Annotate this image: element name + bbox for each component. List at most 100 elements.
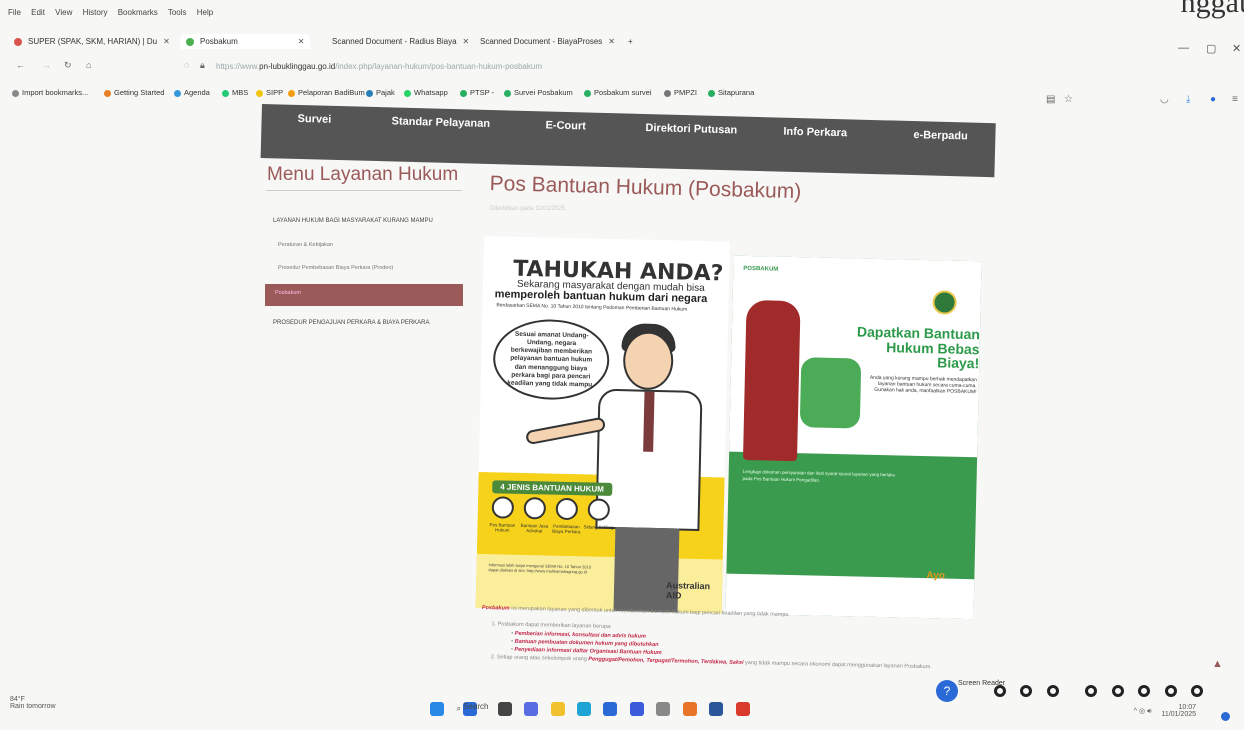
menu-view[interactable]: View	[55, 8, 72, 17]
man-illustration-arm	[524, 416, 607, 446]
bookmark-import[interactable]: Import bookmarks...	[12, 88, 88, 97]
close-icon[interactable]: ✕	[163, 37, 170, 46]
reader-view-icon[interactable]: ▤	[1046, 94, 1055, 105]
menu-file[interactable]: File	[8, 8, 21, 17]
menu-bookmarks[interactable]: Bookmarks	[118, 8, 158, 17]
chat-icon[interactable]	[524, 701, 539, 716]
nav-info-perkara[interactable]: Info Perkara	[783, 126, 847, 140]
clock-date: 11/01/2025	[1161, 711, 1196, 718]
sidebar-item-posbakum[interactable]: Posbakum	[265, 284, 463, 306]
tab-favicon	[14, 37, 22, 46]
weather-widget[interactable]: 84°F Rain tomorrow	[10, 696, 56, 710]
jenis-label: Sidang Keliling	[583, 524, 614, 531]
sidebar-item-prodeo[interactable]: Prosedur Pembebasan Biaya Perkara (Prode…	[278, 265, 393, 271]
sidebar-item-layanan-hukum[interactable]: LAYANAN HUKUM BAGI MASYARAKAT KURANG MAM…	[273, 218, 433, 224]
task-view-icon[interactable]	[497, 701, 512, 716]
minimize-icon[interactable]: —	[1178, 42, 1189, 54]
word-icon[interactable]	[709, 701, 724, 716]
screen-reader-toolbar	[994, 684, 1204, 702]
download-icon[interactable]: ⤓	[1186, 94, 1190, 105]
poster-requirements-text: Lengkapi dokumen persyaratan dan ikuti s…	[742, 468, 896, 483]
bookmark-star-icon[interactable]: ☆	[1064, 94, 1073, 105]
account-icon[interactable]: ●	[1210, 94, 1216, 105]
close-icon[interactable]: ✕	[298, 37, 305, 46]
pdf-icon[interactable]	[735, 701, 750, 716]
bookmark-whatsapp[interactable]: Whatsapp	[404, 88, 448, 97]
sidebar-item-peraturan[interactable]: Peraturan & Kebijakan	[278, 242, 333, 248]
sr-control-icon[interactable]	[1046, 685, 1059, 697]
close-window-icon[interactable]: ✕	[1232, 42, 1241, 55]
home-icon[interactable]: ⌂	[86, 60, 91, 70]
nav-survei[interactable]: Survei	[297, 113, 331, 126]
start-icon[interactable]	[430, 701, 444, 716]
reload-icon[interactable]: ↻	[64, 60, 72, 71]
tab-scanned-radius[interactable]: Scanned Document - Radius Biaya ✕	[332, 37, 469, 46]
file-explorer-icon[interactable]	[550, 701, 565, 716]
bookmark-pajak[interactable]: Pajak	[366, 88, 395, 97]
bookmark-ptsp[interactable]: PTSP -	[460, 88, 494, 97]
menu-history[interactable]: History	[83, 8, 108, 17]
tray-chevron-icon[interactable]: ^	[1134, 708, 1137, 715]
sr-control-icon[interactable]	[1020, 685, 1033, 697]
judge-illustration	[742, 299, 801, 462]
taskbar-search[interactable]: ⌕ Search	[456, 701, 489, 716]
bookmark-pelaporan[interactable]: Pelaporan BadiBum	[288, 88, 365, 97]
forward-icon[interactable]: →	[42, 60, 51, 70]
jenis-bantuan-title: 4 JENIS BANTUAN HUKUM	[492, 480, 612, 496]
bookmark-sipp[interactable]: SIPP	[256, 88, 283, 97]
sidebar-item-prosedur[interactable]: PROSEDUR PENGAJUAN PERKARA & BIAYA PERKA…	[273, 320, 430, 326]
back-icon[interactable]: ←	[16, 60, 25, 70]
bookmark-getting-started[interactable]: Getting Started	[104, 88, 164, 97]
bookmarks-toolbar: Import bookmarks... Getting Started Agen…	[0, 84, 1244, 100]
bookmark-agenda[interactable]: Agenda	[174, 88, 210, 97]
url-bar[interactable]: https://www.pn-lubuklinggau.go.id/index.…	[216, 62, 542, 71]
sr-control-icon[interactable]	[1138, 685, 1151, 697]
weather-forecast: Rain tomorrow	[10, 703, 56, 710]
sr-control-icon[interactable]	[1085, 685, 1098, 697]
bookmark-survei-posbakum[interactable]: Survei Posbakum	[504, 88, 573, 97]
sr-control-icon[interactable]	[1111, 685, 1124, 697]
tab-super[interactable]: SUPER (SPAK, SKM, HARIAN) | Du ✕	[14, 37, 170, 46]
accessibility-icon[interactable]: ?	[936, 680, 958, 702]
tab-scanned-biaya[interactable]: Scanned Document - BiayaProses ✕	[480, 37, 615, 46]
sr-control-icon[interactable]	[1164, 685, 1177, 697]
app-icon[interactable]	[656, 701, 671, 716]
tracking-shield-icon[interactable]: ◌	[184, 60, 189, 70]
bookmark-posbakum-survei[interactable]: Posbakum survei	[584, 88, 652, 97]
restore-icon[interactable]: ▢	[1206, 42, 1216, 55]
tab-label: Scanned Document - Radius Biaya	[332, 37, 457, 46]
nav-direktori-putusan[interactable]: Direktori Putusan	[645, 122, 737, 136]
lock-icon: 🔒︎	[200, 60, 205, 70]
bookmark-sitapurana[interactable]: Sitapurana	[708, 88, 754, 97]
pocket-icon[interactable]: ◡	[1160, 94, 1169, 105]
bookmark-mbs[interactable]: MBS	[222, 88, 248, 97]
clock[interactable]: 10:07 11/01/2025	[1161, 704, 1196, 718]
menu-edit[interactable]: Edit	[31, 8, 45, 17]
sr-control-icon[interactable]	[994, 685, 1006, 697]
nav-e-court[interactable]: E-Court	[545, 119, 586, 132]
firefox-icon[interactable]	[682, 701, 697, 716]
menu-help[interactable]: Help	[197, 8, 213, 17]
notification-icon[interactable]	[1221, 712, 1230, 721]
store-icon[interactable]	[603, 701, 618, 716]
close-icon[interactable]: ✕	[608, 37, 615, 46]
edge-icon[interactable]	[576, 701, 591, 716]
menu-icon[interactable]: ≡	[1232, 94, 1238, 105]
poster-ayo: Ayo	[926, 570, 946, 582]
menu-tools[interactable]: Tools	[168, 8, 187, 17]
nav-standar-pelayanan[interactable]: Standar Pelayanan	[391, 115, 490, 130]
nav-e-berpadu[interactable]: e-Berpadu	[913, 129, 968, 142]
url-domain: pn-lubuklinggau.go.id	[259, 62, 336, 71]
advocate-icon	[523, 496, 547, 520]
scroll-to-top-icon[interactable]: ▲	[1212, 658, 1223, 670]
new-tab-button[interactable]: +	[628, 37, 633, 46]
close-icon[interactable]: ✕	[463, 37, 470, 46]
dropbox-icon[interactable]	[629, 701, 644, 716]
volume-icon[interactable]: 🔊︎	[1147, 708, 1151, 715]
tab-favicon	[186, 37, 194, 46]
bookmark-pmpzi[interactable]: PMPZI	[664, 88, 697, 97]
url-path: /index.php/layanan-hukum/pos-bantuan-huk…	[335, 62, 542, 71]
tab-posbakum[interactable]: Posbakum ✕	[180, 34, 310, 49]
network-icon[interactable]: ◎	[1139, 708, 1145, 715]
sr-control-icon[interactable]	[1191, 685, 1204, 697]
